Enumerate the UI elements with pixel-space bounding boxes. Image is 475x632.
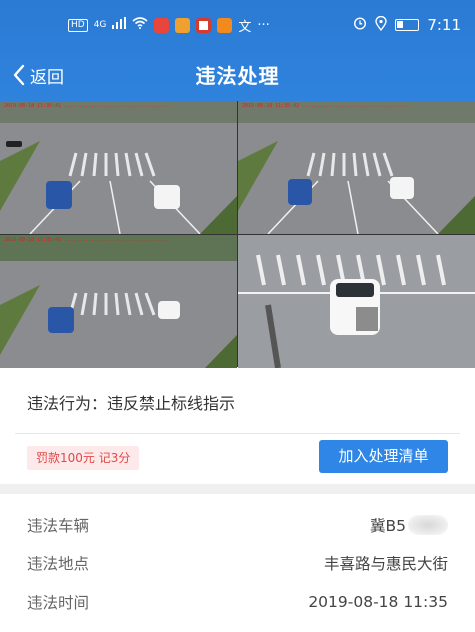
photo-timestamp: 2019-08-18 11:35:41 ....................…: [4, 103, 170, 109]
vehicle-closeup-photo: [238, 235, 475, 368]
penalty-badge: 罚款100元 记3分: [27, 446, 140, 470]
violation-behavior: 违法行为：违反禁止标线指示: [27, 394, 236, 413]
location-icon: [375, 15, 388, 35]
intersection-photo: [0, 101, 237, 234]
app-header: HD 4G 文 ··· 7:11 返回 违法处理: [0, 0, 475, 101]
status-bar: HD 4G 文 ··· 7:11: [0, 0, 475, 50]
violation-details-card: 违法车辆 冀B5 违法地点 丰喜路与惠民大街 违法时间 2019-08-18 1…: [0, 494, 475, 632]
add-to-list-button[interactable]: 加入处理清单: [319, 440, 448, 473]
time-label: 违法时间: [27, 594, 90, 612]
wifi-icon: [132, 17, 148, 33]
location-label: 违法地点: [27, 555, 90, 573]
battery-icon: [395, 19, 420, 31]
location-value: 丰喜路与惠民大街: [323, 555, 448, 573]
app-notification-icon: [154, 17, 170, 33]
evidence-photo[interactable]: 2019-08-18 11:35:41 ....................…: [0, 101, 237, 234]
vehicle-label: 违法车辆: [27, 517, 90, 535]
evidence-photo[interactable]: [238, 235, 475, 368]
location-row: 违法地点 丰喜路与惠民大街: [27, 550, 448, 576]
intersection-photo: [238, 101, 475, 234]
evidence-photo[interactable]: 2019-08-18 11:35:42 ....................…: [238, 101, 475, 234]
navigation-bar: 返回 违法处理: [0, 50, 475, 101]
time-value: 2019-08-18 11:35: [308, 593, 448, 611]
vehicle-plate: 冀B5: [370, 517, 406, 535]
vehicle-row: 违法车辆 冀B5: [27, 512, 448, 538]
time-row: 违法时间 2019-08-18 11:35: [27, 589, 448, 615]
intersection-photo: [0, 235, 237, 368]
page-title: 违法处理: [195, 64, 280, 88]
divider: [15, 433, 460, 434]
evidence-photo-grid: 2019-08-18 11:35:41 ....................…: [0, 101, 475, 368]
more-icon: ···: [257, 17, 270, 33]
video-app-icon: [217, 17, 233, 33]
app-notification-icon: [196, 17, 212, 33]
photo-timestamp: 2019-08-18 11:35:43 ....................…: [4, 237, 170, 243]
hd-badge: HD: [68, 18, 88, 32]
network-label: 4G: [93, 20, 107, 30]
translate-icon: 文: [238, 19, 252, 35]
violation-card: 违法行为：违反禁止标线指示 罚款100元 记3分 加入处理清单: [0, 368, 475, 484]
signal-icon: [112, 17, 127, 33]
plate-blur-mask: [408, 515, 448, 535]
app-notification-icon: [175, 17, 191, 33]
alarm-icon: [353, 16, 367, 34]
photo-timestamp: 2019-08-18 11:35:42 ....................…: [242, 103, 408, 109]
clock-time: 7:11: [427, 16, 461, 34]
evidence-photo[interactable]: 2019-08-18 11:35:43 ....................…: [0, 235, 237, 368]
